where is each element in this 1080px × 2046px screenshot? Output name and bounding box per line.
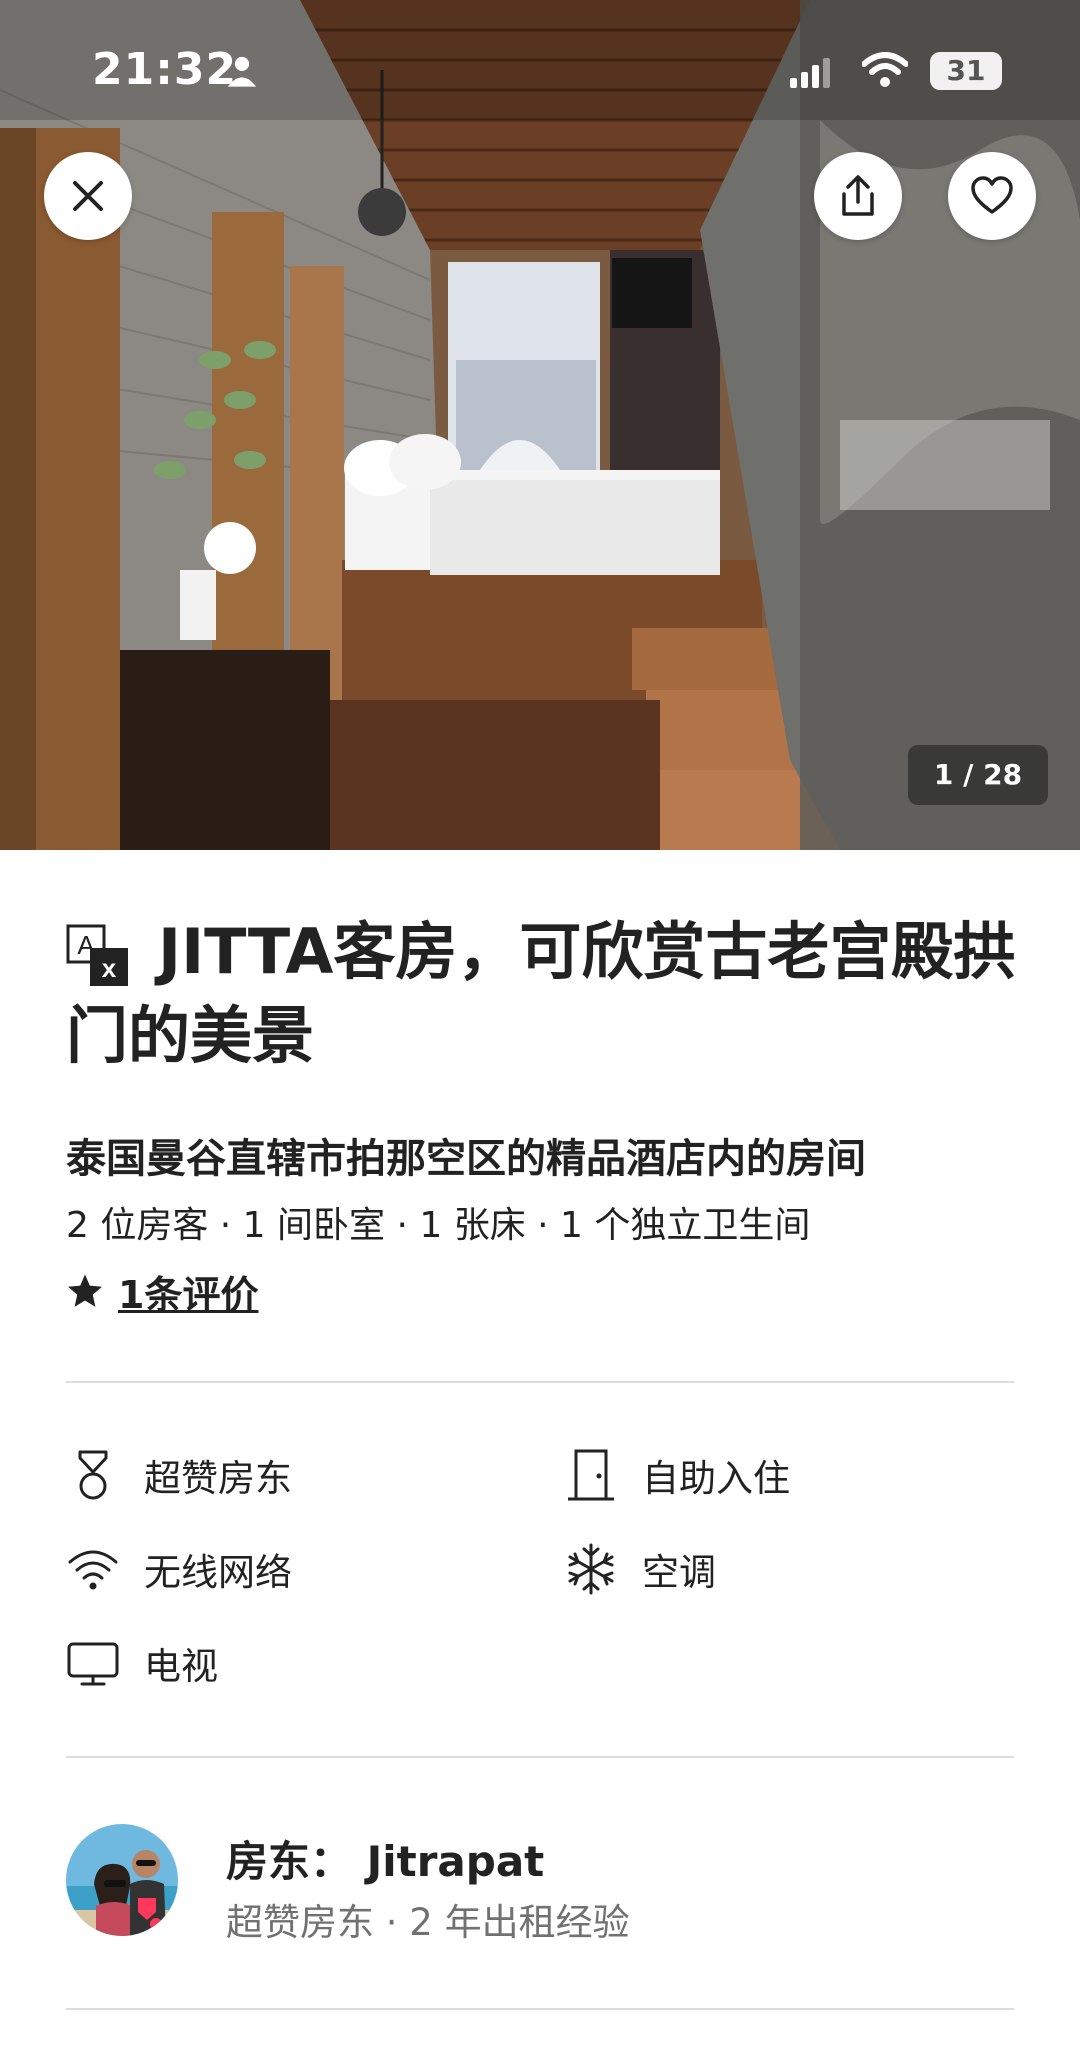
rating-row[interactable]: 1条评价 — [66, 1264, 258, 1319]
door-icon — [568, 1449, 614, 1501]
battery-level: 31 — [946, 54, 986, 87]
listing-title-block: A x JITTA客房，可欣赏古老宫殿拱门的美景 — [66, 910, 1026, 1078]
heart-icon — [971, 176, 1013, 214]
cellular-signal-icon — [790, 58, 830, 88]
amenity-wifi: 无线网络 — [66, 1542, 292, 1596]
close-icon — [73, 181, 103, 211]
divider — [66, 1756, 1014, 1758]
star-icon — [68, 1274, 102, 1307]
amenity-label: 电视 — [144, 1645, 218, 1688]
status-time: 21:32 — [92, 44, 238, 95]
host-photo — [66, 1824, 178, 1936]
svg-text:x: x — [102, 953, 117, 983]
host-name: 房东： Jitrapat — [226, 1837, 545, 1886]
amenity-label: 无线网络 — [144, 1551, 292, 1594]
tv-icon — [67, 1642, 119, 1686]
amenity-self-checkin: 自助入住 — [564, 1448, 790, 1502]
listing-photo[interactable]: 21:32 31 1 / 28 — [0, 0, 1080, 850]
favorite-button[interactable] — [948, 152, 1036, 240]
amenity-label: 空调 — [642, 1551, 716, 1594]
listing-specs: 2 位房客 · 1 间卧室 · 1 张床 · 1 个独立卫生间 — [66, 1205, 811, 1246]
wifi-status-icon — [862, 52, 908, 87]
amenity-superhost: 超赞房东 — [66, 1448, 292, 1502]
wifi-icon — [68, 1550, 118, 1590]
host-section[interactable]: 房东： Jitrapat 超赞房东 · 2 年出租经验 — [66, 1824, 1014, 1944]
share-icon — [842, 175, 874, 216]
share-button[interactable] — [814, 152, 902, 240]
medal-icon — [78, 1450, 108, 1500]
divider — [66, 1381, 1014, 1383]
close-button[interactable] — [44, 152, 132, 240]
amenity-air-conditioning: 空调 — [564, 1542, 716, 1596]
snowflake-icon — [568, 1543, 614, 1595]
amenity-label: 自助入住 — [642, 1457, 790, 1500]
amenity-tv: 电视 — [66, 1636, 218, 1690]
photo-counter: 1 / 28 — [908, 745, 1048, 805]
reviews-link[interactable]: 1条评价 — [118, 1264, 258, 1319]
battery-indicator: 31 — [930, 52, 1002, 90]
amenity-label: 超赞房东 — [144, 1457, 292, 1500]
host-info: 超赞房东 · 2 年出租经验 — [226, 1901, 630, 1944]
person-icon — [227, 56, 257, 87]
status-bar: 21:32 31 — [0, 0, 1080, 140]
divider — [66, 2008, 1014, 2010]
host-avatar[interactable] — [66, 1824, 178, 1936]
listing-subtitle: 泰国曼谷直辖市拍那空区的精品酒店内的房间 — [66, 1136, 866, 1182]
listing-title: JITTA客房，可欣赏古老宫殿拱门的美景 — [66, 915, 1016, 1072]
translate-icon[interactable]: A x — [66, 924, 130, 988]
